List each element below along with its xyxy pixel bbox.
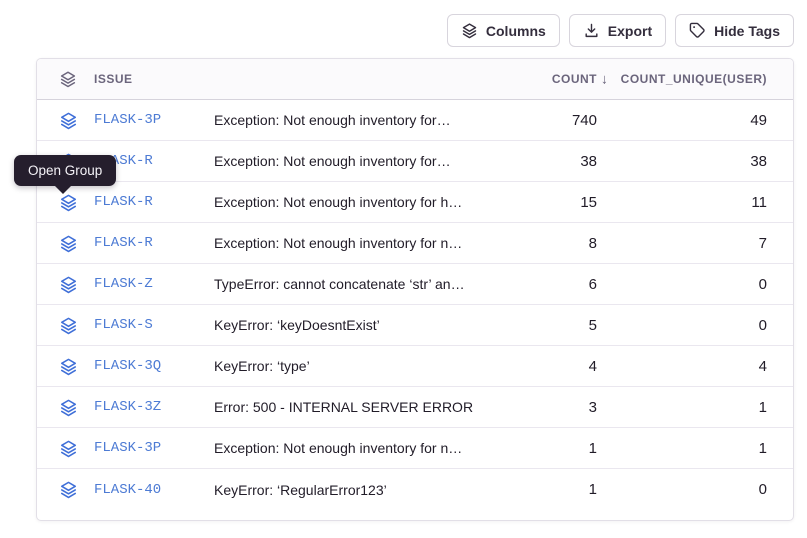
hide-tags-button-label: Hide Tags xyxy=(714,23,780,39)
issue-title: Exception: Not enough inventory for n… xyxy=(214,235,512,251)
count-value: 1 xyxy=(527,481,597,498)
issue-id-link[interactable]: FLASK-3P xyxy=(94,112,199,128)
issue-id-link[interactable]: FLASK-R xyxy=(94,194,199,210)
table-row[interactable]: FLASK-40 KeyError: ‘RegularError123’ 1 0 xyxy=(37,469,793,510)
issue-title: KeyError: ‘type’ xyxy=(214,358,512,374)
download-icon xyxy=(583,22,600,39)
issue-id-link[interactable]: FLASK-3Z xyxy=(94,399,199,415)
count-value: 38 xyxy=(527,153,597,170)
column-header-count-unique-user[interactable]: COUNT_UNIQUE(USER) xyxy=(612,72,767,86)
issues-table: ISSUE COUNT↓ COUNT_UNIQUE(USER) FLASK-3P… xyxy=(36,58,794,521)
open-group-layers-icon[interactable] xyxy=(59,398,79,417)
count-unique-value: 1 xyxy=(612,440,767,457)
count-unique-value: 7 xyxy=(612,235,767,252)
table-toolbar: Columns Export Hide Tags xyxy=(447,14,794,47)
count-value: 15 xyxy=(527,194,597,211)
count-value: 740 xyxy=(527,112,597,129)
issue-id-link[interactable]: FLASK-40 xyxy=(94,482,199,498)
table-row[interactable]: FLASK-3Z Error: 500 - INTERNAL SERVER ER… xyxy=(37,387,793,428)
count-unique-value: 4 xyxy=(612,358,767,375)
table-body: FLASK-3P Exception: Not enough inventory… xyxy=(37,100,793,510)
count-value: 3 xyxy=(527,399,597,416)
open-group-layers-icon[interactable] xyxy=(59,193,79,212)
count-value: 8 xyxy=(527,235,597,252)
issue-title: Exception: Not enough inventory for h… xyxy=(214,194,512,210)
count-value: 6 xyxy=(527,276,597,293)
issue-title: Error: 500 - INTERNAL SERVER ERROR xyxy=(214,399,512,415)
count-unique-value: 1 xyxy=(612,399,767,416)
issue-id-link[interactable]: FLASK-3P xyxy=(94,440,199,456)
count-unique-value: 0 xyxy=(612,317,767,334)
export-button-label: Export xyxy=(608,23,652,39)
issue-title: KeyError: ‘RegularError123’ xyxy=(214,482,512,498)
column-header-issue[interactable]: ISSUE xyxy=(94,72,199,86)
export-button[interactable]: Export xyxy=(569,14,666,47)
table-row[interactable]: FLASK-3P Exception: Not enough inventory… xyxy=(37,428,793,469)
table-row[interactable]: FLASK-S KeyError: ‘keyDoesntExist’ 5 0 xyxy=(37,305,793,346)
layers-icon xyxy=(461,22,478,39)
layers-icon xyxy=(59,70,79,88)
count-value: 1 xyxy=(527,440,597,457)
count-value: 4 xyxy=(527,358,597,375)
issue-id-link[interactable]: FLASK-Z xyxy=(94,276,199,292)
count-unique-value: 0 xyxy=(612,481,767,498)
table-row[interactable]: FLASK-3Q KeyError: ‘type’ 4 4 xyxy=(37,346,793,387)
column-header-count[interactable]: COUNT↓ xyxy=(527,72,597,86)
count-value: 5 xyxy=(527,317,597,334)
issue-id-link[interactable]: FLASK-S xyxy=(94,317,199,333)
open-group-layers-icon[interactable] xyxy=(59,439,79,458)
tooltip-label: Open Group xyxy=(28,163,102,178)
table-row[interactable]: FLASK-Z TypeError: cannot concatenate ‘s… xyxy=(37,264,793,305)
tag-icon xyxy=(689,22,706,39)
issue-id-link[interactable]: FLASK-R xyxy=(94,235,199,251)
table-header-row: ISSUE COUNT↓ COUNT_UNIQUE(USER) xyxy=(37,59,793,100)
open-group-layers-icon[interactable] xyxy=(59,275,79,294)
open-group-tooltip: Open Group xyxy=(14,155,116,186)
issue-title: TypeError: cannot concatenate ‘str’ an… xyxy=(214,276,512,292)
open-group-layers-icon[interactable] xyxy=(59,316,79,335)
issue-title: Exception: Not enough inventory for n… xyxy=(214,440,512,456)
table-row[interactable]: FLASK-3P Exception: Not enough inventory… xyxy=(37,100,793,141)
table-row[interactable]: FLASK-R Exception: Not enough inventory … xyxy=(37,141,793,182)
table-row[interactable]: FLASK-R Exception: Not enough inventory … xyxy=(37,223,793,264)
issue-title: KeyError: ‘keyDoesntExist’ xyxy=(214,317,512,333)
issue-id-link[interactable]: FLASK-3Q xyxy=(94,358,199,374)
open-group-layers-icon[interactable] xyxy=(59,357,79,376)
open-group-layers-icon[interactable] xyxy=(59,480,79,499)
count-unique-value: 11 xyxy=(612,194,767,211)
count-unique-value: 0 xyxy=(612,276,767,293)
table-row[interactable]: FLASK-R Exception: Not enough inventory … xyxy=(37,182,793,223)
issue-title: Exception: Not enough inventory for… xyxy=(214,112,512,128)
columns-button-label: Columns xyxy=(486,23,546,39)
sort-descending-icon: ↓ xyxy=(601,70,608,86)
columns-button[interactable]: Columns xyxy=(447,14,560,47)
open-group-layers-icon[interactable] xyxy=(59,234,79,253)
issue-title: Exception: Not enough inventory for… xyxy=(214,153,512,169)
hide-tags-button[interactable]: Hide Tags xyxy=(675,14,794,47)
count-unique-value: 38 xyxy=(612,153,767,170)
open-group-layers-icon[interactable] xyxy=(59,111,79,130)
count-unique-value: 49 xyxy=(612,112,767,129)
